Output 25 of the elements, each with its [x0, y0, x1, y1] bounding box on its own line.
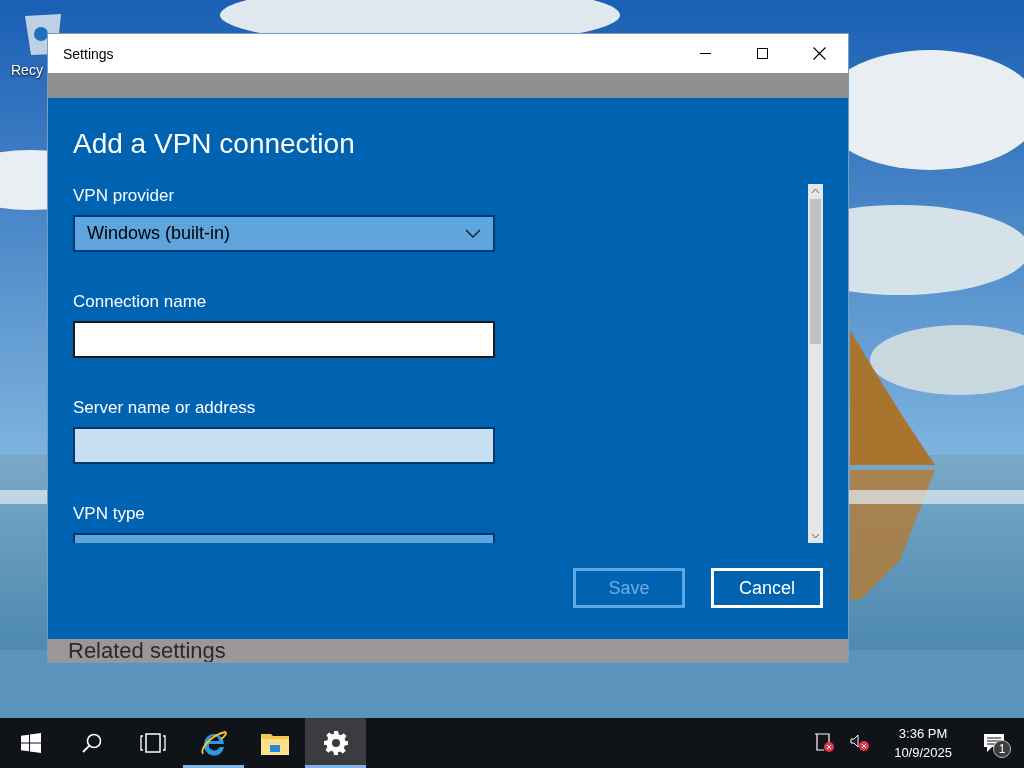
desktop-icon-label: Recy [11, 62, 43, 78]
field-label: VPN type [73, 503, 145, 525]
dialog-heading: Add a VPN connection [73, 127, 356, 161]
search-icon [80, 732, 103, 754]
folder-icon [260, 731, 289, 755]
minimize-icon [700, 53, 711, 54]
settings-icon [323, 731, 348, 755]
cancel-button[interactable]: Cancel [711, 568, 823, 608]
action-center-button[interactable]: 1 [972, 718, 1016, 768]
windows-logo-icon [20, 733, 41, 753]
task-view-icon [139, 733, 166, 753]
input-field[interactable] [73, 321, 495, 358]
chevron-down-icon [465, 229, 481, 238]
maximize-icon [757, 48, 768, 59]
field-label: Server name or address [73, 397, 256, 419]
section-heading: Related settings [68, 639, 226, 662]
field-label: VPN provider [73, 185, 175, 207]
window-title: Settings [62, 45, 115, 62]
field-label: Connection name [73, 291, 207, 313]
clock[interactable]: 3:36 PM 10/9/2025 [880, 724, 966, 762]
dropdown[interactable]: Windows (built-in) [73, 215, 495, 252]
browser-e-icon [198, 728, 229, 758]
input-field[interactable] [73, 427, 495, 464]
close-icon [813, 47, 826, 60]
taskbar-button[interactable] [305, 718, 366, 768]
